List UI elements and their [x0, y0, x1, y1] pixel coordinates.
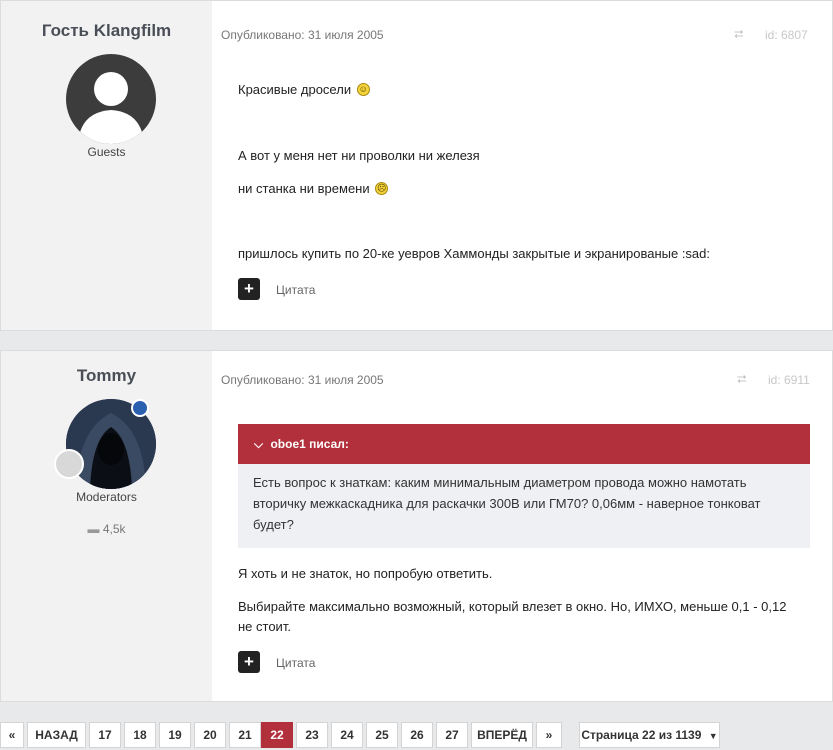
multiquote-add-button[interactable]: +: [238, 651, 260, 673]
post-paragraph: Я хоть и не знаток, но попробую ответить…: [238, 566, 493, 581]
next-page-button[interactable]: ВПЕРЁД: [471, 722, 533, 748]
reputation-count[interactable]: ▬ 4,5k: [1, 522, 212, 536]
quote-author: oboe1 писал:: [270, 437, 349, 451]
post-paragraph: Красивые дросели ☺: [238, 82, 370, 97]
post-content: Опубликовано: 31 июля 2005 ⮂ id: 6911 ⌵ …: [212, 351, 832, 701]
page-link[interactable]: 23: [296, 722, 328, 748]
page-link[interactable]: 25: [366, 722, 398, 748]
avatar[interactable]: [66, 54, 156, 144]
post-date[interactable]: Опубликовано: 31 июля 2005: [221, 28, 384, 42]
quote-header[interactable]: ⌵ oboe1 писал:: [238, 424, 810, 464]
page-link[interactable]: 26: [401, 722, 433, 748]
share-icon[interactable]: ⮂: [734, 27, 744, 42]
author-group: Guests: [87, 145, 126, 159]
post-paragraph: не стоит.: [238, 619, 291, 634]
share-icon[interactable]: ⮂: [737, 372, 747, 387]
page-link[interactable]: 20: [194, 722, 226, 748]
page-link[interactable]: 19: [159, 722, 191, 748]
page-link[interactable]: 24: [331, 722, 363, 748]
post-id[interactable]: id: 6807: [765, 28, 808, 42]
page-jump-dropdown[interactable]: Страница 22 из 1139 ▼: [579, 722, 720, 748]
page-link[interactable]: 17: [89, 722, 121, 748]
comment-icon: ▬: [87, 522, 100, 536]
post-1: Гость Klangfilm Guests Опубликовано: 31 …: [0, 0, 833, 331]
default-avatar-icon: [78, 72, 144, 144]
page-link[interactable]: 21: [229, 722, 261, 748]
moderator-shield-icon: [131, 399, 149, 417]
post-paragraph: пришлось купить по 20-ке уевров Хаммонды…: [238, 246, 711, 261]
caret-down-icon: ▼: [708, 731, 718, 741]
smile-emoji-icon: ☺: [356, 83, 370, 96]
author-name[interactable]: Гость Klangfilm: [1, 21, 212, 41]
quote-line: Есть вопрос к знаткам: каким минимальным…: [253, 475, 747, 490]
post-2: Tommy Moderators ▬ 4,5k Опубликовано: 31…: [0, 350, 833, 702]
quote-line: вторичку межкаскадника для раскачки 300В…: [253, 496, 761, 511]
post-date[interactable]: Опубликовано: 31 июля 2005: [221, 373, 384, 387]
post-content: Опубликовано: 31 июля 2005 ⮂ id: 6807 Кр…: [212, 1, 832, 330]
page-link[interactable]: 18: [124, 722, 156, 748]
multiquote-add-button[interactable]: +: [238, 278, 260, 300]
quote-button[interactable]: Цитата: [276, 283, 315, 297]
chevron-down-icon[interactable]: ⌵: [254, 437, 263, 451]
first-page-button[interactable]: «: [0, 722, 24, 748]
author-group: Moderators: [76, 490, 137, 504]
quote-button[interactable]: Цитата: [276, 656, 315, 670]
author-panel: Гость Klangfilm Guests: [1, 1, 212, 330]
page-link[interactable]: 27: [436, 722, 468, 748]
post-paragraph: Выбирайте максимально возможный, который…: [238, 599, 787, 614]
quote-line: будет?: [253, 517, 294, 532]
prev-page-button[interactable]: НАЗАД: [27, 722, 86, 748]
author-name[interactable]: Tommy: [1, 366, 212, 386]
page-jump-label: Страница 22 из 1139: [581, 728, 702, 742]
post-id[interactable]: id: 6911: [768, 373, 810, 387]
sad-emoji-icon: ☹: [375, 182, 389, 195]
author-panel: Tommy Moderators ▬ 4,5k: [1, 351, 212, 701]
current-page[interactable]: 22: [261, 722, 293, 748]
post-paragraph: ни станка ни времени ☹: [238, 181, 389, 196]
rank-badge-icon: [54, 449, 84, 479]
post-paragraph: А вот у меня нет ни проволки ни железя: [238, 148, 480, 163]
last-page-button[interactable]: »: [536, 722, 562, 748]
quote-body: Есть вопрос к знаткам: каким минимальным…: [238, 464, 810, 548]
